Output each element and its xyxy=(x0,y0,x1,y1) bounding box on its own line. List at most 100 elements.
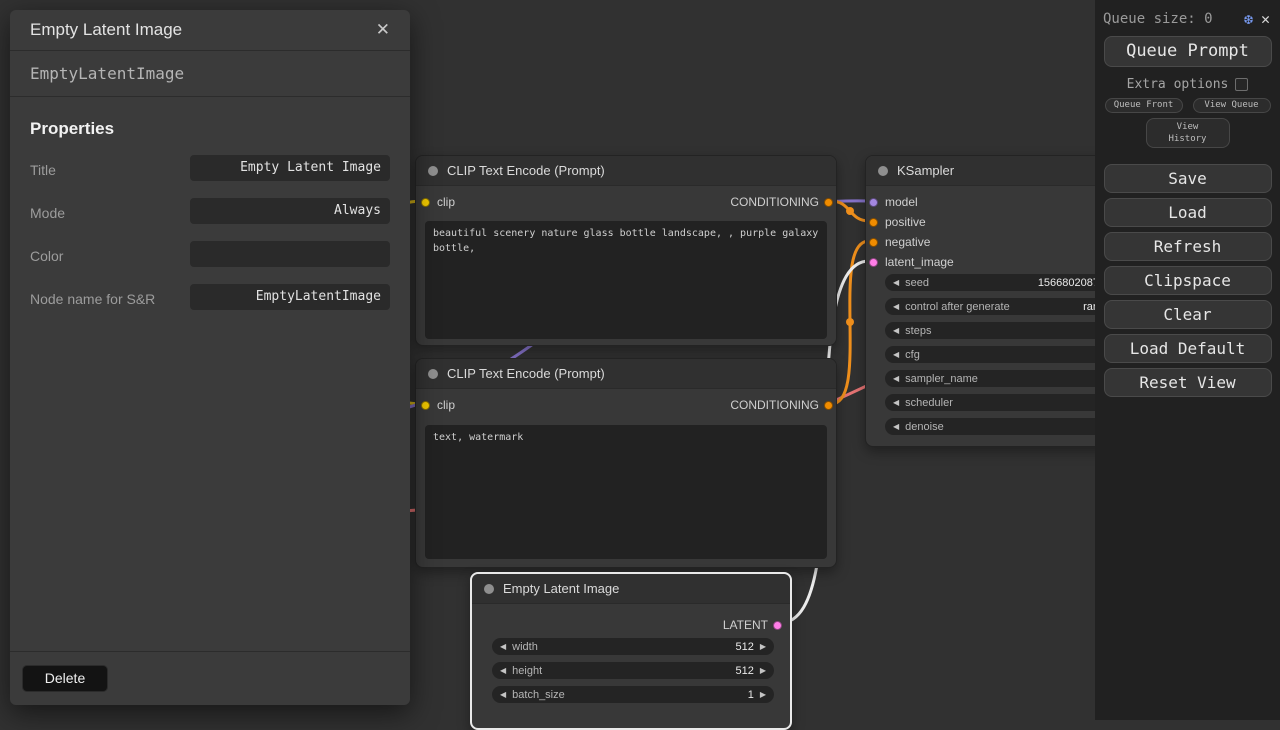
widget-name: seed xyxy=(905,277,929,289)
control-after-generate-widget[interactable]: ◀ control after generate ran xyxy=(885,298,1125,315)
clear-button[interactable]: Clear xyxy=(1104,300,1272,329)
refresh-button[interactable]: Refresh xyxy=(1104,232,1272,261)
prompt-textarea[interactable]: beautiful scenery nature glass bottle la… xyxy=(425,221,827,339)
queue-prompt-button[interactable]: Queue Prompt xyxy=(1104,36,1272,67)
latent-output-label: LATENT xyxy=(723,618,768,632)
conditioning-output-slot[interactable] xyxy=(824,401,833,410)
widget-name: control after generate xyxy=(905,301,1010,313)
property-row-node-name: Node name for S&R EmptyLatentImage xyxy=(30,284,390,310)
reset-view-button[interactable]: Reset View xyxy=(1104,368,1272,397)
node-properties-dialog: Empty Latent Image ✕ EmptyLatentImage Pr… xyxy=(10,10,410,705)
node-title: KSampler xyxy=(897,163,954,178)
denoise-widget[interactable]: ◀ denoise xyxy=(885,418,1125,435)
queue-size-label: Queue size: 0 xyxy=(1103,11,1213,27)
widget-name: cfg xyxy=(905,349,920,361)
node-title-bar[interactable]: KSampler xyxy=(866,156,1134,186)
collapse-dot-icon[interactable] xyxy=(428,369,438,379)
extra-options-checkbox[interactable] xyxy=(1235,78,1248,91)
height-widget[interactable]: ◀ height 512 ▶ xyxy=(492,662,774,679)
widget-name: denoise xyxy=(905,421,944,433)
latent-image-input-slot[interactable] xyxy=(869,258,878,267)
widget-name: steps xyxy=(905,325,931,337)
positive-input-slot[interactable] xyxy=(869,218,878,227)
decrement-arrow-icon[interactable]: ◀ xyxy=(500,690,506,699)
property-row-color: Color xyxy=(30,241,390,267)
cfg-widget[interactable]: ◀ cfg xyxy=(885,346,1125,363)
negative-input-slot[interactable] xyxy=(869,238,878,247)
decrement-arrow-icon[interactable]: ◀ xyxy=(893,302,899,311)
load-button[interactable]: Load xyxy=(1104,198,1272,227)
close-icon[interactable]: ✕ xyxy=(376,20,390,40)
model-input-slot[interactable] xyxy=(869,198,878,207)
width-widget[interactable]: ◀ width 512 ▶ xyxy=(492,638,774,655)
collapse-dot-icon[interactable] xyxy=(878,166,888,176)
prompt-textarea[interactable]: text, watermark xyxy=(425,425,827,559)
node-clip-text-encode-positive[interactable]: CLIP Text Encode (Prompt) clip CONDITION… xyxy=(415,155,837,346)
decrement-arrow-icon[interactable]: ◀ xyxy=(893,278,899,287)
comfy-menu: Queue size: 0 ❆ ✕ Queue Prompt Extra opt… xyxy=(1095,0,1280,720)
conditioning-output-label: CONDITIONING xyxy=(730,195,819,209)
node-title: CLIP Text Encode (Prompt) xyxy=(447,366,605,381)
batch-size-widget[interactable]: ◀ batch_size 1 ▶ xyxy=(492,686,774,703)
conditioning-output-slot[interactable] xyxy=(824,198,833,207)
widget-name: batch_size xyxy=(512,689,565,701)
link-midpoint-dot xyxy=(846,207,854,215)
delete-button[interactable]: Delete xyxy=(22,665,108,692)
dialog-title: Empty Latent Image xyxy=(30,20,182,40)
property-row-title: Title Empty Latent Image xyxy=(30,155,390,181)
scheduler-widget[interactable]: ◀ scheduler xyxy=(885,394,1125,411)
collapse-dot-icon[interactable] xyxy=(484,584,494,594)
view-history-button[interactable]: View History xyxy=(1146,118,1230,148)
color-label: Color xyxy=(30,241,190,266)
decrement-arrow-icon[interactable]: ◀ xyxy=(893,350,899,359)
node-clip-text-encode-negative[interactable]: CLIP Text Encode (Prompt) clip CONDITION… xyxy=(415,358,837,568)
increment-arrow-icon[interactable]: ▶ xyxy=(760,642,766,651)
increment-arrow-icon[interactable]: ▶ xyxy=(760,666,766,675)
title-label: Title xyxy=(30,155,190,180)
node-title-bar[interactable]: CLIP Text Encode (Prompt) xyxy=(416,156,836,186)
clipspace-button[interactable]: Clipspace xyxy=(1104,266,1272,295)
close-icon[interactable]: ✕ xyxy=(1261,10,1270,28)
clip-input-slot[interactable] xyxy=(421,401,430,410)
clip-input-slot[interactable] xyxy=(421,198,430,207)
node-empty-latent-image[interactable]: Empty Latent Image LATENT ◀ width 512 ▶ … xyxy=(470,572,792,730)
collapse-dot-icon[interactable] xyxy=(428,166,438,176)
decrement-arrow-icon[interactable]: ◀ xyxy=(500,666,506,675)
model-input-label: model xyxy=(885,195,918,209)
widget-name: width xyxy=(512,641,538,653)
queue-front-button[interactable]: Queue Front xyxy=(1105,98,1183,113)
color-field[interactable] xyxy=(190,241,390,267)
widget-value: 512 xyxy=(735,641,753,653)
latent-output-slot[interactable] xyxy=(773,621,782,630)
node-title: CLIP Text Encode (Prompt) xyxy=(447,163,605,178)
decrement-arrow-icon[interactable]: ◀ xyxy=(893,374,899,383)
node-name-field[interactable]: EmptyLatentImage xyxy=(190,284,390,310)
title-field[interactable]: Empty Latent Image xyxy=(190,155,390,181)
mode-field[interactable]: Always xyxy=(190,198,390,224)
decrement-arrow-icon[interactable]: ◀ xyxy=(500,642,506,651)
view-queue-button[interactable]: View Queue xyxy=(1193,98,1271,113)
decrement-arrow-icon[interactable]: ◀ xyxy=(893,422,899,431)
widget-name: scheduler xyxy=(905,397,953,409)
clip-input-label: clip xyxy=(437,398,455,412)
widget-value: 512 xyxy=(735,665,753,677)
widget-name: sampler_name xyxy=(905,373,978,385)
conditioning-output-label: CONDITIONING xyxy=(730,398,819,412)
widget-value: 1 xyxy=(748,689,754,701)
node-title-bar[interactable]: Empty Latent Image xyxy=(472,574,790,604)
decrement-arrow-icon[interactable]: ◀ xyxy=(893,398,899,407)
negative-input-label: negative xyxy=(885,235,930,249)
node-title: Empty Latent Image xyxy=(503,581,619,596)
positive-input-label: positive xyxy=(885,215,926,229)
sampler-name-widget[interactable]: ◀ sampler_name xyxy=(885,370,1125,387)
node-title-bar[interactable]: CLIP Text Encode (Prompt) xyxy=(416,359,836,389)
save-button[interactable]: Save xyxy=(1104,164,1272,193)
node-type-name: EmptyLatentImage xyxy=(30,64,184,83)
settings-icon[interactable]: ❆ xyxy=(1244,10,1253,28)
latent-image-input-label: latent_image xyxy=(885,255,954,269)
steps-widget[interactable]: ◀ steps xyxy=(885,322,1125,339)
seed-widget[interactable]: ◀ seed 1566802087 xyxy=(885,274,1125,291)
decrement-arrow-icon[interactable]: ◀ xyxy=(893,326,899,335)
load-default-button[interactable]: Load Default xyxy=(1104,334,1272,363)
increment-arrow-icon[interactable]: ▶ xyxy=(760,690,766,699)
